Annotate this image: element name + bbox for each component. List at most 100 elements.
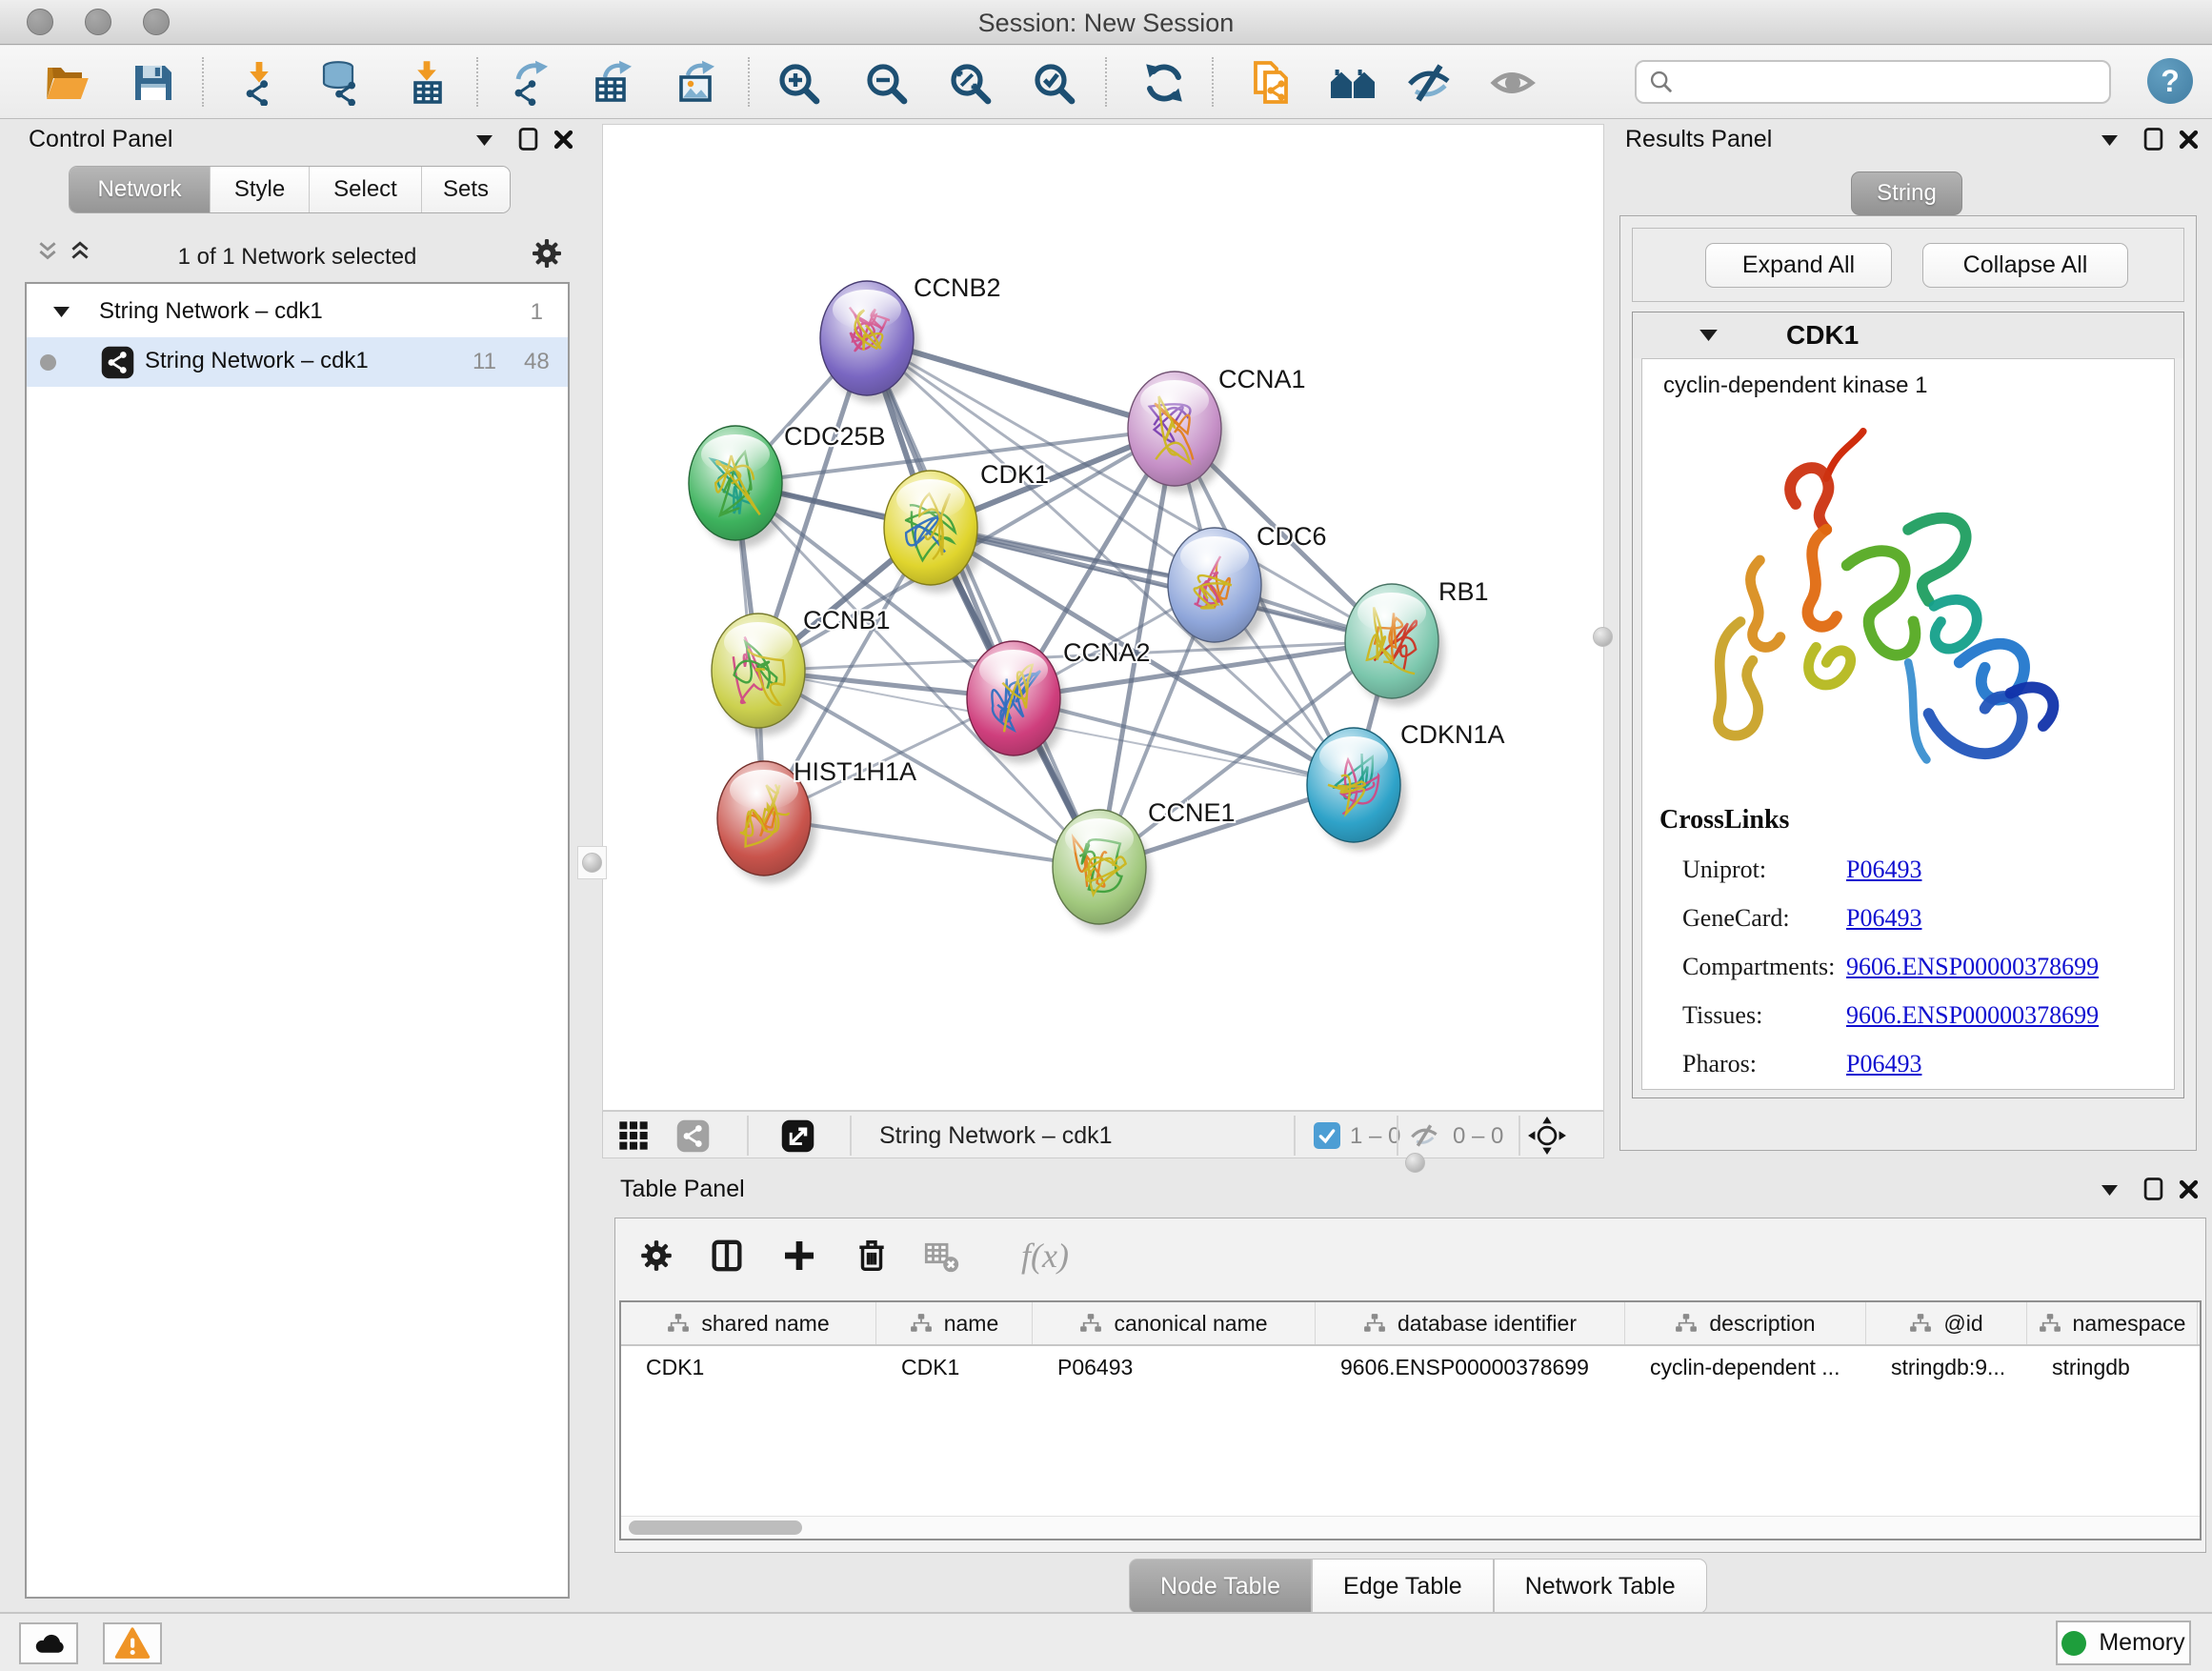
columns-icon[interactable]	[705, 1234, 749, 1278]
external-view-icon[interactable]	[780, 1118, 814, 1153]
column-header-canonical-name[interactable]: canonical name	[1033, 1302, 1316, 1344]
node-result-name: CDK1	[1786, 320, 1859, 351]
tab-node-table[interactable]: Node Table	[1129, 1559, 1312, 1614]
column-header--id[interactable]: @id	[1866, 1302, 2027, 1344]
crosslink-link[interactable]: P06493	[1846, 856, 1921, 884]
network-overview-icon[interactable]	[675, 1118, 710, 1153]
export-table-icon[interactable]	[588, 56, 641, 110]
zoom-fit-icon[interactable]	[943, 56, 996, 110]
tab-sets[interactable]: Sets	[422, 167, 510, 212]
import-network-from-database-icon[interactable]	[314, 56, 368, 110]
network-node-rb1[interactable]	[1345, 584, 1438, 698]
gear-icon[interactable]	[634, 1234, 678, 1278]
panel-float-icon[interactable]	[2143, 127, 2163, 151]
crosslink-link[interactable]: 9606.ENSP00000378699	[1846, 953, 2099, 981]
toolbar-separator	[476, 57, 478, 107]
tab-style[interactable]: Style	[211, 167, 310, 212]
column-header-description[interactable]: description	[1625, 1302, 1866, 1344]
column-header-shared-name[interactable]: shared name	[621, 1302, 876, 1344]
help-icon[interactable]: ?	[2147, 58, 2193, 104]
column-header-namespace[interactable]: namespace	[2027, 1302, 2198, 1344]
tab-network[interactable]: Network	[70, 167, 211, 212]
right-splitter-handle[interactable]	[1593, 627, 1613, 647]
hidden-eye-icon[interactable]	[1407, 1118, 1441, 1153]
panel-close-icon[interactable]	[2178, 1178, 2200, 1200]
clone-network-icon[interactable]	[1244, 56, 1297, 110]
search-input[interactable]	[1675, 63, 2109, 101]
crosslink-link[interactable]: P06493	[1846, 1050, 1921, 1078]
zoom-in-icon[interactable]	[772, 56, 825, 110]
delete-column-icon[interactable]	[850, 1234, 894, 1278]
network-node-cdkn1a[interactable]	[1307, 728, 1400, 842]
collapse-all-button[interactable]: Collapse All	[1922, 243, 2128, 288]
network-graph[interactable]: CCNB2CCNA1CDC25BCDK1CDC6RB1CCNB1CCNA2CDK…	[603, 125, 1605, 1110]
zoom-selected-icon[interactable]	[1027, 56, 1080, 110]
import-table-from-file-icon[interactable]	[400, 56, 453, 110]
table-row[interactable]: CDK1CDK1P064939606.ENSP00000378699cyclin…	[621, 1346, 2200, 1388]
title-bar: Session: New Session	[0, 0, 2212, 45]
panel-float-icon[interactable]	[2143, 1177, 2163, 1201]
network-node-ccnb1[interactable]	[712, 614, 805, 728]
import-network-from-file-icon[interactable]	[232, 56, 286, 110]
first-neighbors-icon[interactable]	[1326, 56, 1379, 110]
network-options-gear-icon[interactable]	[530, 236, 564, 271]
crosslink-link[interactable]: 9606.ENSP00000378699	[1846, 1001, 2099, 1030]
column-header-name[interactable]: name	[876, 1302, 1033, 1344]
crosslink-label: Compartments:	[1659, 953, 1846, 981]
zoom-out-icon[interactable]	[859, 56, 913, 110]
column-header-database-identifier[interactable]: database identifier	[1316, 1302, 1625, 1344]
save-session-icon[interactable]	[126, 56, 179, 110]
network-node-ccna1[interactable]	[1128, 372, 1221, 486]
fit-selection-crosshair-icon[interactable]	[1527, 1116, 1567, 1156]
network-tree-collection-row[interactable]: String Network – cdk1 1	[27, 288, 568, 337]
tree-hierarchy-icon	[2039, 1313, 2061, 1334]
memory-button[interactable]: Memory	[2056, 1621, 2191, 1665]
export-image-icon[interactable]	[671, 56, 724, 110]
table-cell: P06493	[1033, 1346, 1316, 1388]
network-node-ccna2[interactable]	[967, 641, 1060, 755]
network-node-cdc25b[interactable]	[689, 426, 782, 540]
birds-eye-icon[interactable]	[616, 1118, 651, 1153]
selected-checkbox[interactable]	[1314, 1122, 1340, 1149]
tab-string[interactable]: String	[1851, 171, 1962, 215]
panel-close-icon[interactable]	[553, 129, 574, 151]
network-node-ccne1[interactable]	[1053, 810, 1146, 924]
panel-close-icon[interactable]	[2178, 129, 2200, 151]
network-node-cdk1[interactable]	[884, 471, 977, 585]
status-bar: Memory	[0, 1612, 2212, 1671]
panel-float-icon[interactable]	[518, 127, 538, 151]
add-column-icon[interactable]	[777, 1234, 821, 1278]
tree-expand-triangle-icon[interactable]	[53, 307, 70, 317]
hide-selected-icon[interactable]	[1402, 56, 1456, 110]
panel-collapse-icon[interactable]	[2101, 135, 2118, 146]
collapse-entry-triangle-icon[interactable]	[1699, 330, 1718, 341]
warning-icon[interactable]	[103, 1622, 162, 1664]
export-network-icon[interactable]	[505, 56, 558, 110]
bottom-splitter-handle[interactable]	[1405, 1153, 1425, 1173]
crosslink-link[interactable]: P06493	[1846, 904, 1921, 933]
toolbar-separator	[850, 1116, 852, 1156]
tab-edge-table[interactable]: Edge Table	[1312, 1559, 1494, 1614]
tab-select[interactable]: Select	[310, 167, 422, 212]
node-result-header[interactable]: CDK1	[1633, 312, 2183, 358]
node-label-hist1h1a: HIST1H1A	[794, 757, 916, 786]
network-node-cdc6[interactable]	[1168, 528, 1261, 642]
expand-all-button[interactable]: Expand All	[1705, 243, 1892, 288]
panel-collapse-icon[interactable]	[476, 135, 493, 146]
open-session-icon[interactable]	[40, 56, 93, 110]
tab-network-table[interactable]: Network Table	[1494, 1559, 1707, 1614]
table-horizontal-scrollbar[interactable]	[621, 1516, 2200, 1539]
node-label-cdc6: CDC6	[1257, 522, 1327, 551]
crosslink-label: GeneCard:	[1659, 904, 1846, 933]
network-selection-status: 1 of 1 Network selected	[25, 244, 570, 271]
network-tree-network-row[interactable]: String Network – cdk1 11 48	[27, 337, 568, 387]
apply-layout-icon[interactable]	[1137, 56, 1191, 110]
scrollbar-thumb[interactable]	[629, 1520, 802, 1535]
crosslink-label: Tissues:	[1659, 1001, 1846, 1030]
network-canvas[interactable]: CCNB2CCNA1CDC25BCDK1CDC6RB1CCNB1CCNA2CDK…	[602, 124, 1604, 1111]
network-node-ccnb2[interactable]	[820, 281, 914, 395]
panel-collapse-icon[interactable]	[2101, 1185, 2118, 1196]
cloud-icon[interactable]	[19, 1622, 78, 1664]
show-all-icon[interactable]	[1486, 56, 1539, 110]
left-splitter-handle[interactable]	[582, 853, 602, 873]
